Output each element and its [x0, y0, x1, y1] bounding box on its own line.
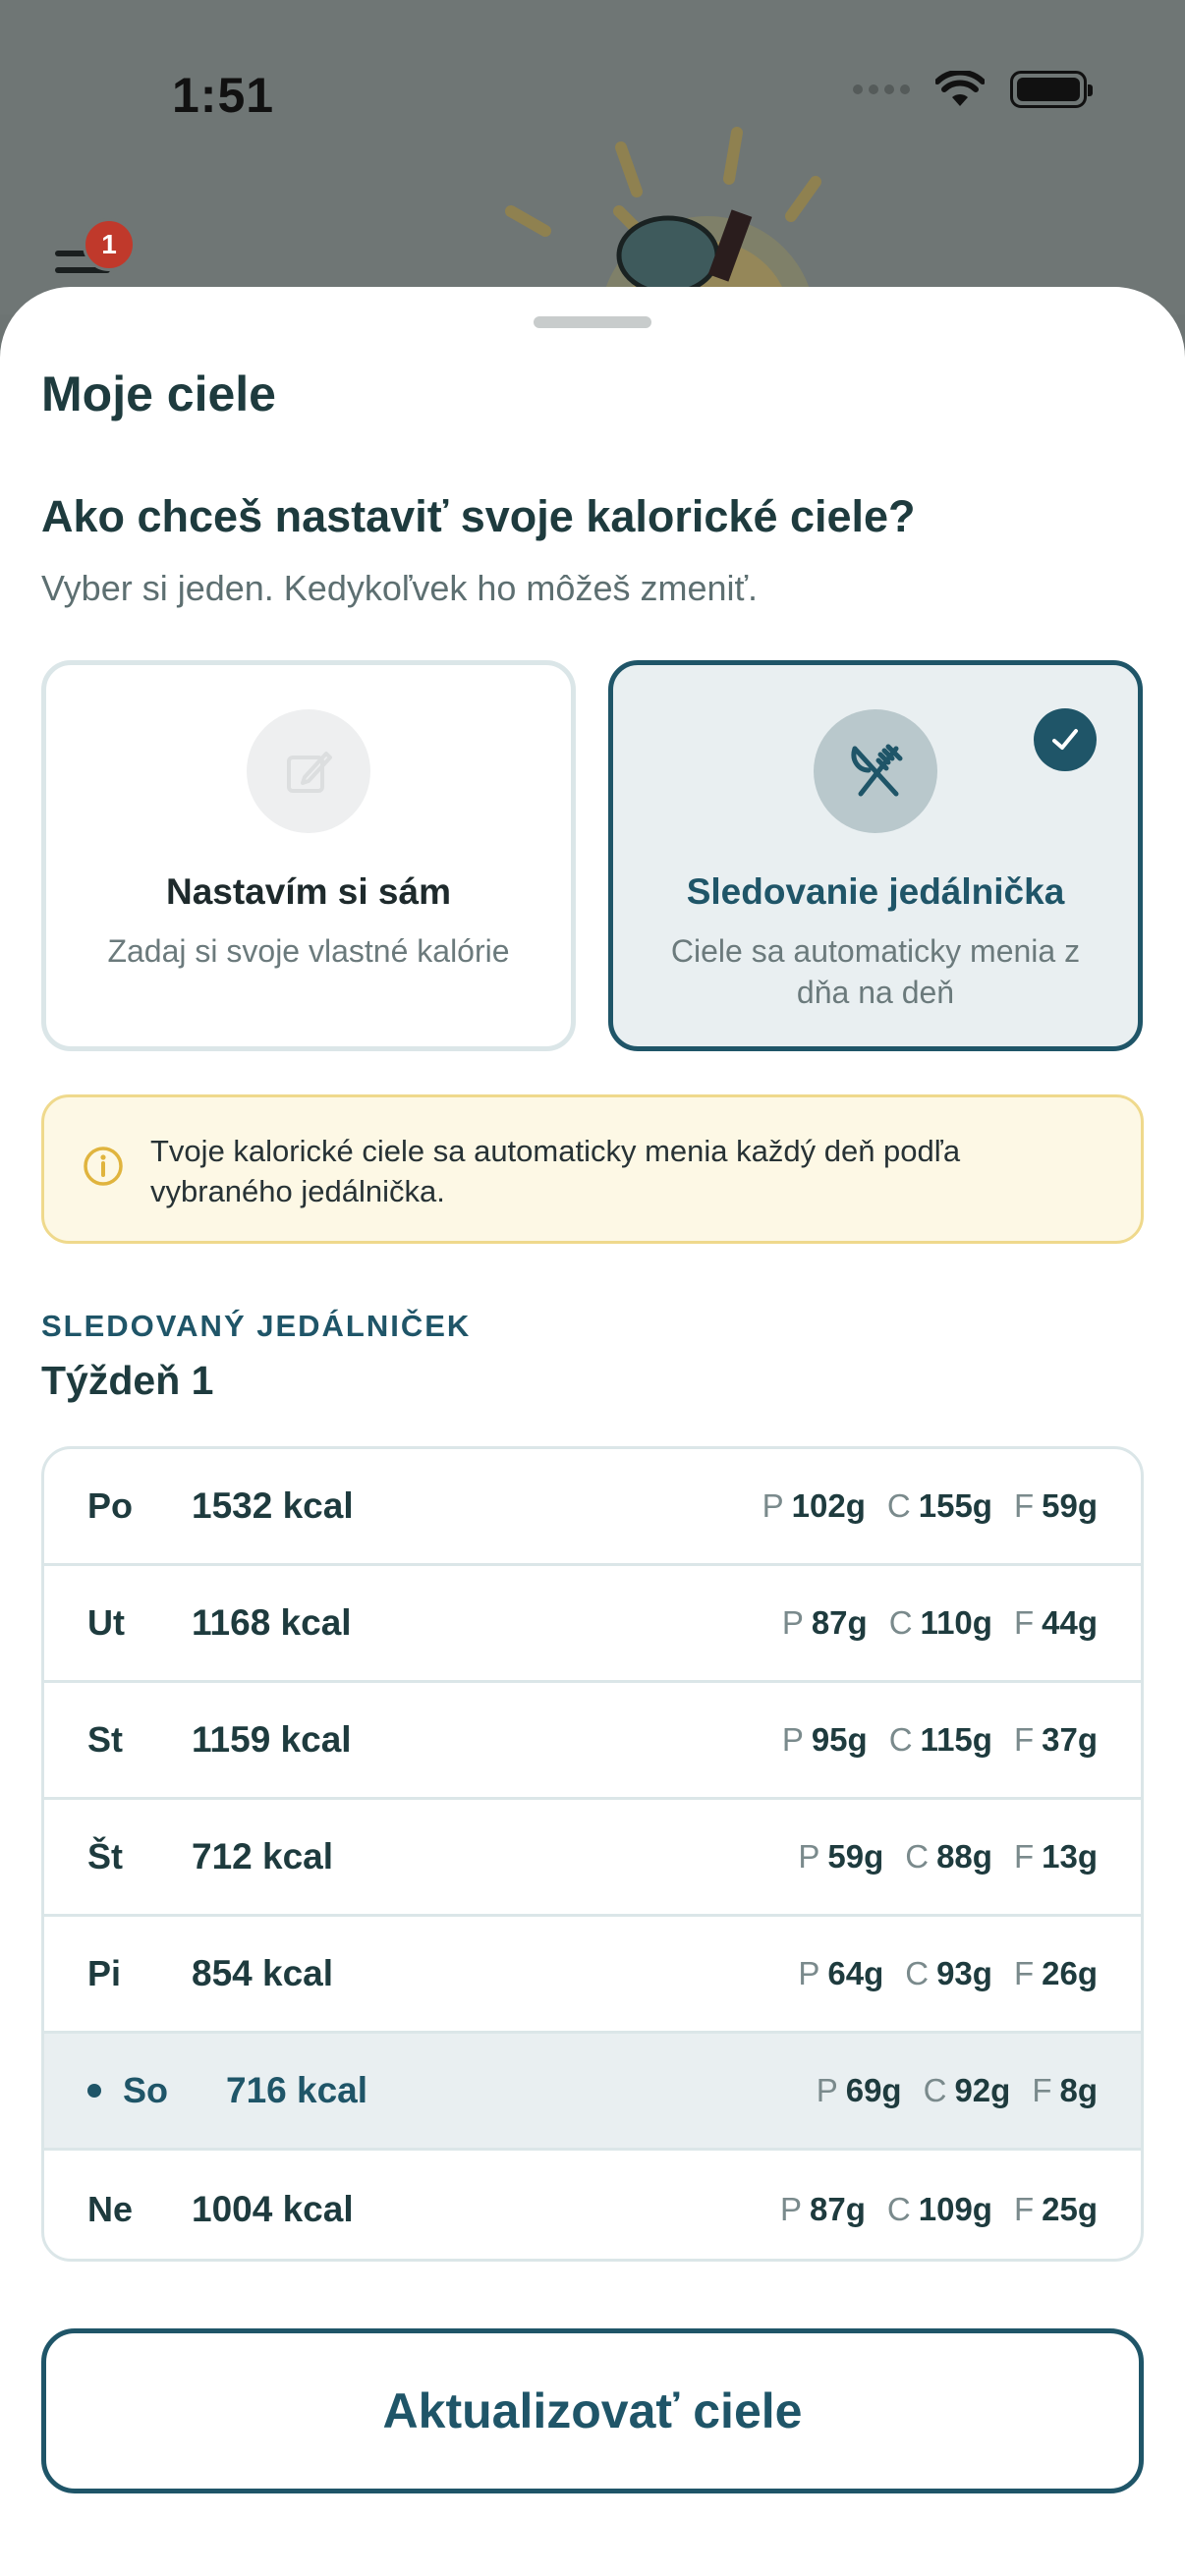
- notification-badge: 1: [83, 218, 136, 271]
- day-name: St: [87, 1719, 123, 1760]
- day-kcal: 1004 kcal: [192, 2188, 354, 2229]
- week-title: Týždeň 1: [41, 1358, 214, 1403]
- fat-value: 59g: [1042, 1487, 1098, 1524]
- carbs-label: C: [923, 2072, 947, 2108]
- current-day-dot: [87, 2084, 101, 2098]
- goal-hint: Vyber si jeden. Kedykoľvek ho môžeš zmen…: [41, 568, 758, 608]
- sheet-grabber[interactable]: [534, 316, 651, 328]
- option-title: Sledovanie jedálnička: [686, 871, 1065, 912]
- day-macros: P 87g C 109g F 25g: [780, 2191, 1098, 2228]
- carbs-label: C: [888, 1721, 913, 1758]
- day-row: Po 1532 kcal P 102g C 155g F 59g: [44, 1449, 1141, 1566]
- fat-label: F: [1013, 1604, 1035, 1641]
- day-macros: P 69g C 92g F 8g: [817, 2072, 1098, 2109]
- background-app: 1:51 1: [0, 0, 1185, 334]
- carbs-value: 92g: [954, 2072, 1011, 2108]
- day-kcal: 1532 kcal: [192, 1485, 354, 1526]
- carbs-label: C: [886, 1487, 911, 1524]
- update-goals-button[interactable]: Aktualizovať ciele: [41, 2328, 1144, 2493]
- day-macros: P 87g C 110g F 44g: [782, 1604, 1098, 1642]
- carbs-value: 115g: [920, 1721, 992, 1758]
- selected-check-icon: [1034, 708, 1097, 771]
- protein-value: 64g: [827, 1955, 884, 1991]
- info-banner: Tvoje kalorické ciele sa automaticky men…: [41, 1094, 1144, 1244]
- fat-label: F: [1013, 1487, 1035, 1524]
- protein-label: P: [762, 1487, 784, 1524]
- fork-knife-icon: [814, 709, 937, 833]
- goal-question: Ako chceš nastaviť svoje kalorické ciele…: [41, 491, 916, 541]
- carbs-label: C: [905, 1955, 930, 1991]
- protein-label: P: [798, 1955, 820, 1991]
- fat-label: F: [1013, 1955, 1035, 1991]
- option-menu-tracking[interactable]: Sledovanie jedálnička Ciele sa automatic…: [608, 660, 1143, 1051]
- day-row: St 1159 kcal P 95g C 115g F 37g: [44, 1683, 1141, 1800]
- fat-label: F: [1013, 2190, 1035, 2227]
- day-name: Po: [87, 1485, 134, 1526]
- day-kcal: 712 kcal: [192, 1836, 334, 1876]
- day-row: Pi 854 kcal P 64g C 93g F 26g: [44, 1917, 1141, 2034]
- carbs-value: 155g: [918, 1487, 992, 1524]
- goals-sheet: Moje ciele Ako chceš nastaviť svoje kalo…: [0, 287, 1185, 2576]
- protein-value: 87g: [810, 2190, 866, 2227]
- section-label: SLEDOVANÝ JEDÁLNIČEK: [41, 1309, 472, 1343]
- day-macros: P 95g C 115g F 37g: [782, 1721, 1098, 1759]
- carbs-label: C: [886, 2190, 911, 2227]
- signal-icon: [853, 84, 910, 94]
- day-name: Ne: [87, 2188, 134, 2229]
- day-name: Št: [87, 1836, 123, 1876]
- day-macros: P 102g C 155g F 59g: [762, 1487, 1098, 1525]
- edit-icon: [247, 709, 370, 833]
- info-icon: [84, 1147, 123, 1186]
- fat-label: F: [1032, 2072, 1052, 2108]
- sheet-title: Moje ciele: [41, 366, 276, 421]
- battery-icon: [1010, 71, 1093, 108]
- protein-label: P: [781, 1721, 804, 1758]
- carbs-label: C: [888, 1604, 913, 1641]
- carbs-value: 88g: [936, 1838, 992, 1875]
- protein-label: P: [780, 2190, 803, 2227]
- option-manual-goals[interactable]: Nastavím si sám Zadaj si svoje vlastné k…: [41, 660, 576, 1051]
- protein-label: P: [816, 2072, 838, 2108]
- carbs-value: 93g: [936, 1955, 992, 1991]
- day-row: Ut 1168 kcal P 87g C 110g F 44g: [44, 1566, 1141, 1683]
- protein-value: 87g: [811, 1604, 868, 1641]
- carbs-value: 109g: [918, 2190, 992, 2227]
- status-icons: [853, 71, 1093, 108]
- day-macros: P 64g C 93g F 26g: [798, 1955, 1098, 1992]
- daily-goals-table: Po 1532 kcal P 102g C 155g F 59g Ut 1168 kc…: [41, 1446, 1144, 2262]
- protein-value: 59g: [827, 1838, 884, 1875]
- day-name: So: [123, 2070, 169, 2110]
- day-kcal: 854 kcal: [192, 1953, 334, 1993]
- carbs-label: C: [905, 1838, 930, 1875]
- option-description: Zadaj si svoje vlastné kalórie: [107, 933, 510, 969]
- protein-value: 95g: [811, 1721, 868, 1758]
- day-kcal: 716 kcal: [226, 2070, 368, 2110]
- day-name: Pi: [87, 1953, 122, 1993]
- option-description: Ciele sa automaticky menia z dňa na deň: [670, 933, 1081, 1010]
- protein-value: 102g: [791, 1487, 866, 1524]
- day-macros: P 59g C 88g F 13g: [798, 1838, 1098, 1876]
- day-kcal: 1159 kcal: [192, 1719, 352, 1760]
- carbs-value: 110g: [920, 1604, 992, 1641]
- fat-value: 44g: [1042, 1604, 1098, 1641]
- status-time: 1:51: [172, 68, 275, 123]
- option-title: Nastavím si sám: [165, 871, 451, 912]
- day-kcal: 1168 kcal: [192, 1602, 352, 1643]
- protein-label: P: [781, 1604, 804, 1641]
- wifi-icon: [935, 71, 985, 106]
- fat-label: F: [1013, 1721, 1035, 1758]
- fat-value: 26g: [1042, 1955, 1098, 1991]
- fat-value: 37g: [1042, 1721, 1098, 1758]
- protein-value: 69g: [845, 2072, 902, 2108]
- day-name: Ut: [87, 1602, 125, 1643]
- day-row: Ne 1004 kcal P 87g C 109g F 25g: [44, 2151, 1141, 2259]
- fat-value: 25g: [1042, 2190, 1098, 2227]
- protein-label: P: [798, 1838, 820, 1875]
- fat-value: 8g: [1059, 2072, 1098, 2108]
- day-row: Št 712 kcal P 59g C 88g F 13g: [44, 1800, 1141, 1917]
- day-row-current: So 716 kcal P 69g C 92g F 8g: [44, 2034, 1141, 2151]
- fat-label: F: [1013, 1838, 1035, 1875]
- fat-value: 13g: [1042, 1838, 1098, 1875]
- info-text: Tvoje kalorické ciele sa automaticky men…: [150, 1134, 961, 1208]
